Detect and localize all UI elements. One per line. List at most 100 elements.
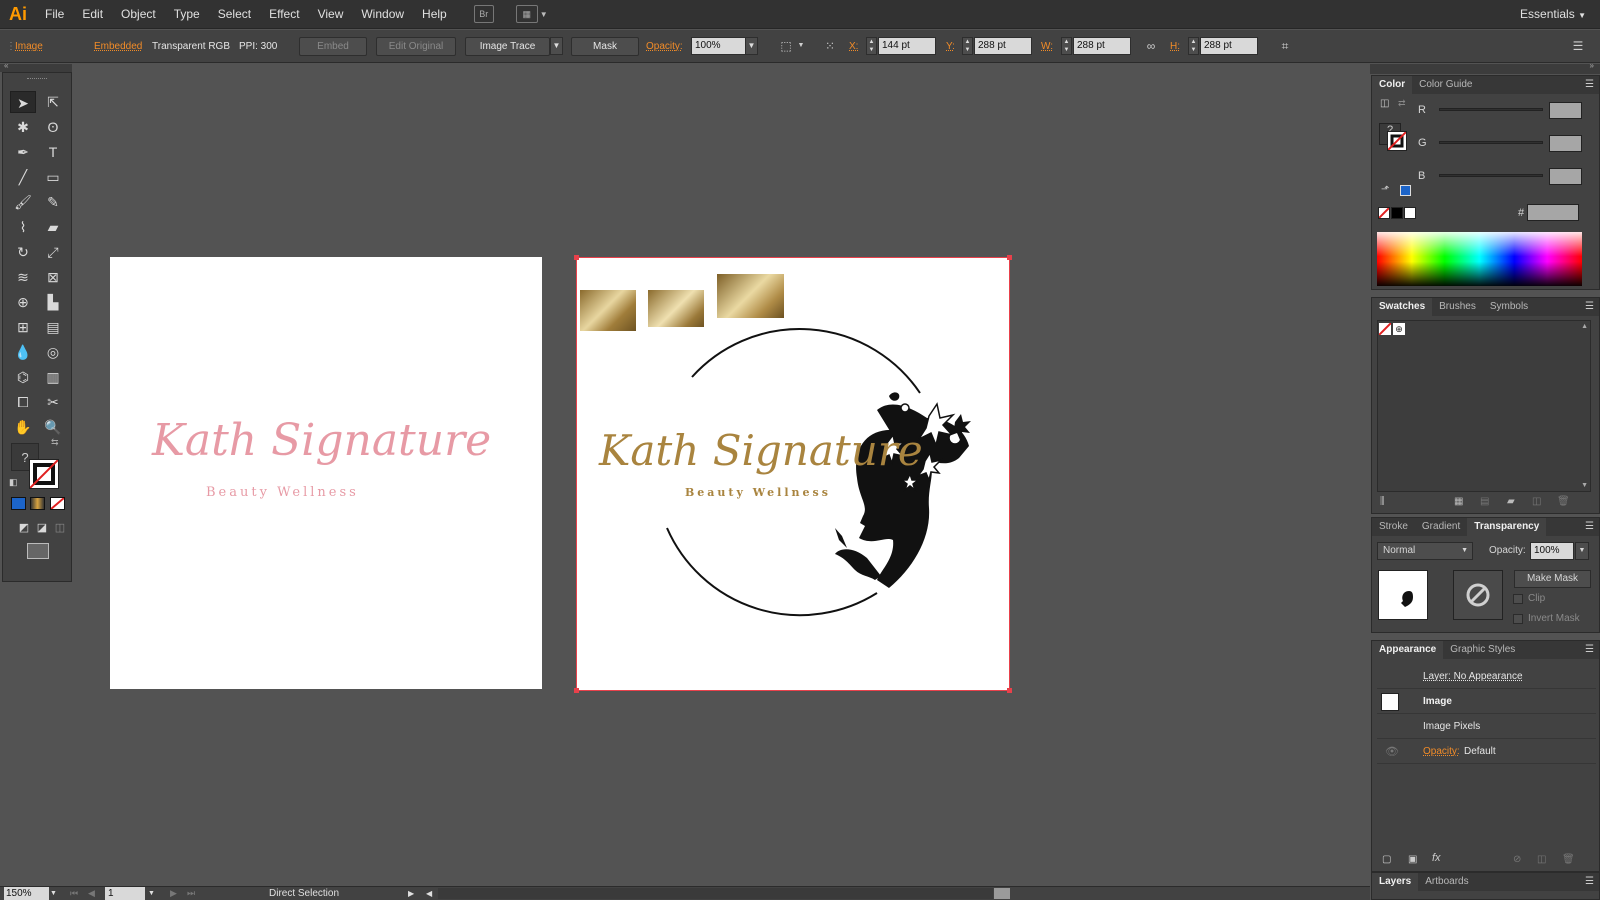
width-tool-icon[interactable]: ≋ [10,266,36,288]
image-trace-dropdown[interactable]: ▼ [550,37,563,55]
panel-menu-icon[interactable]: ☰ [1570,39,1586,53]
artboard-tool-icon[interactable]: ⧠ [10,391,36,413]
status-menu-icon[interactable]: ▶ [408,887,414,900]
opacity-input[interactable]: 100% [1530,542,1574,560]
h-spinner[interactable]: ▲ ▼ [1188,37,1199,55]
arrange-documents-icon[interactable]: ▦ [515,5,538,23]
eraser-tool-icon[interactable]: ▰ [40,216,66,238]
hand-tool-icon[interactable]: ✋ [10,416,36,438]
free-transform-tool-icon[interactable]: ⊠ [40,266,66,288]
opacity-label[interactable]: Opacity: [646,30,683,63]
object-thumbnail[interactable] [1378,570,1428,620]
scroll-down-icon[interactable]: ▼ [1581,482,1588,489]
invert-mask-checkbox[interactable] [1513,614,1523,624]
zoom-dropdown[interactable]: ▼ [48,887,59,900]
menu-view[interactable]: View [309,0,353,29]
menu-help[interactable]: Help [413,0,456,29]
pen-tool-icon[interactable]: ✒ [10,141,36,163]
collapse-icon[interactable]: » [1590,61,1594,70]
embed-button[interactable]: Embed [299,37,367,56]
opacity-dropdown[interactable]: ▼ [745,37,758,55]
y-input[interactable]: 288 pt [974,37,1032,55]
black-swatch[interactable] [1391,207,1403,219]
menu-edit[interactable]: Edit [73,0,112,29]
duplicate-item-icon[interactable]: ◫ [1537,854,1546,865]
tab-brushes[interactable]: Brushes [1432,298,1483,316]
default-fill-stroke-icon[interactable]: ◧ [9,477,18,488]
swatches-list[interactable]: ⊕ ▲ ▼ [1377,320,1591,492]
slice-tool-icon[interactable]: ✂ [40,391,66,413]
x-input[interactable]: 144 pt [878,37,936,55]
panel-menu-icon[interactable]: ☰ [1585,873,1594,891]
artboard-dropdown[interactable]: ▼ [146,887,157,900]
draw-inside-icon[interactable]: ◫ [47,517,73,539]
tab-transparency[interactable]: Transparency [1467,518,1547,536]
selection-handle[interactable] [574,688,579,693]
channel-r-input[interactable] [1549,102,1582,119]
panel-menu-icon[interactable]: ☰ [1585,641,1594,659]
swap-icon[interactable]: ⇄ [1398,98,1406,109]
w-spinner[interactable]: ▲ ▼ [1061,37,1072,55]
tab-layers[interactable]: Layers [1372,873,1419,891]
mask-button[interactable]: Mask [571,37,639,56]
line-tool-icon[interactable]: ╱ [10,166,36,188]
scroll-left-icon[interactable]: ◀ [426,887,432,900]
artboard-2[interactable]: Kath Signature Beauty Wellness [574,255,1012,693]
appearance-row-pixels[interactable]: Image Pixels [1377,715,1596,739]
none-mode-button[interactable] [50,497,65,510]
chevron-down-icon[interactable]: ▼ [540,10,548,19]
add-effect-icon[interactable]: fx [1432,852,1441,864]
edit-original-button[interactable]: Edit Original [376,37,456,56]
previous-artboard-icon[interactable]: ◀ [88,887,95,900]
paintbrush-tool-icon[interactable]: 🖌 [10,191,36,213]
tab-symbols[interactable]: Symbols [1483,298,1535,316]
stroke-swatch[interactable] [29,459,59,489]
scroll-up-icon[interactable]: ▲ [1581,323,1588,330]
panel-menu-icon[interactable]: ☰ [1585,76,1594,94]
blend-mode-select[interactable]: Normal ▼ [1377,542,1473,560]
channel-g-slider[interactable] [1439,141,1543,144]
next-artboard-icon[interactable]: ▶ [170,887,177,900]
screen-mode-icon[interactable] [27,543,49,559]
w-input[interactable]: 288 pt [1073,37,1131,55]
menu-object[interactable]: Object [112,0,165,29]
menu-effect[interactable]: Effect [260,0,308,29]
h-input[interactable]: 288 pt [1200,37,1258,55]
blob-brush-tool-icon[interactable]: ⌇ [10,216,36,238]
tab-stroke[interactable]: Stroke [1372,518,1415,536]
visibility-eye-icon[interactable]: 👁 [1385,745,1399,758]
mask-thumbnail[interactable] [1453,570,1503,620]
image-trace-button[interactable]: Image Trace [465,37,550,56]
transform-reference-icon[interactable]: ⬚ [778,39,794,53]
add-fill-icon[interactable]: ▣ [1408,854,1417,865]
pencil-tool-icon[interactable]: ✎ [40,191,66,213]
appearance-row-layer[interactable]: Layer: No Appearance [1377,665,1596,689]
object-type-link[interactable]: Image [15,30,43,63]
swap-fill-stroke-icon[interactable]: ⇆ [51,437,59,448]
selection-handle[interactable] [1007,255,1012,260]
menu-select[interactable]: Select [209,0,260,29]
tab-color-guide[interactable]: Color Guide [1412,76,1479,94]
scale-tool-icon[interactable]: ⤢ [40,241,66,263]
selection-handle[interactable] [1007,688,1012,693]
x-spinner[interactable]: ▲ ▼ [866,37,877,55]
gradient-tool-icon[interactable]: ▤ [40,316,66,338]
tab-swatches[interactable]: Swatches [1372,298,1433,316]
stroke-swatch[interactable] [1387,131,1407,151]
gradient-mode-button[interactable] [30,497,45,510]
chevron-down-icon[interactable]: ▼ [793,39,809,53]
tab-artboards[interactable]: Artboards [1418,873,1475,891]
layer-appearance-label[interactable]: Layer: No Appearance [1423,671,1523,682]
fill-stroke-toggle-icon[interactable]: ◫ [1380,98,1389,109]
swatch-options-icon[interactable]: ▤ [1480,496,1489,507]
selection-handle[interactable] [574,255,579,260]
appearance-row-image[interactable]: Image [1377,690,1596,714]
last-artboard-icon[interactable]: ⏭ [187,887,195,900]
link-proportions-icon[interactable]: ∞ [1143,39,1159,53]
swatch-libraries-icon[interactable]: ⫼ [1380,496,1385,507]
new-swatch-icon[interactable]: ◫ [1532,496,1541,507]
direct-selection-tool-icon[interactable]: ⇱ [40,91,66,113]
registration-swatch-icon[interactable]: ⊕ [1393,323,1405,335]
bridge-button[interactable]: Br [473,5,494,23]
channel-g-input[interactable] [1549,135,1582,152]
